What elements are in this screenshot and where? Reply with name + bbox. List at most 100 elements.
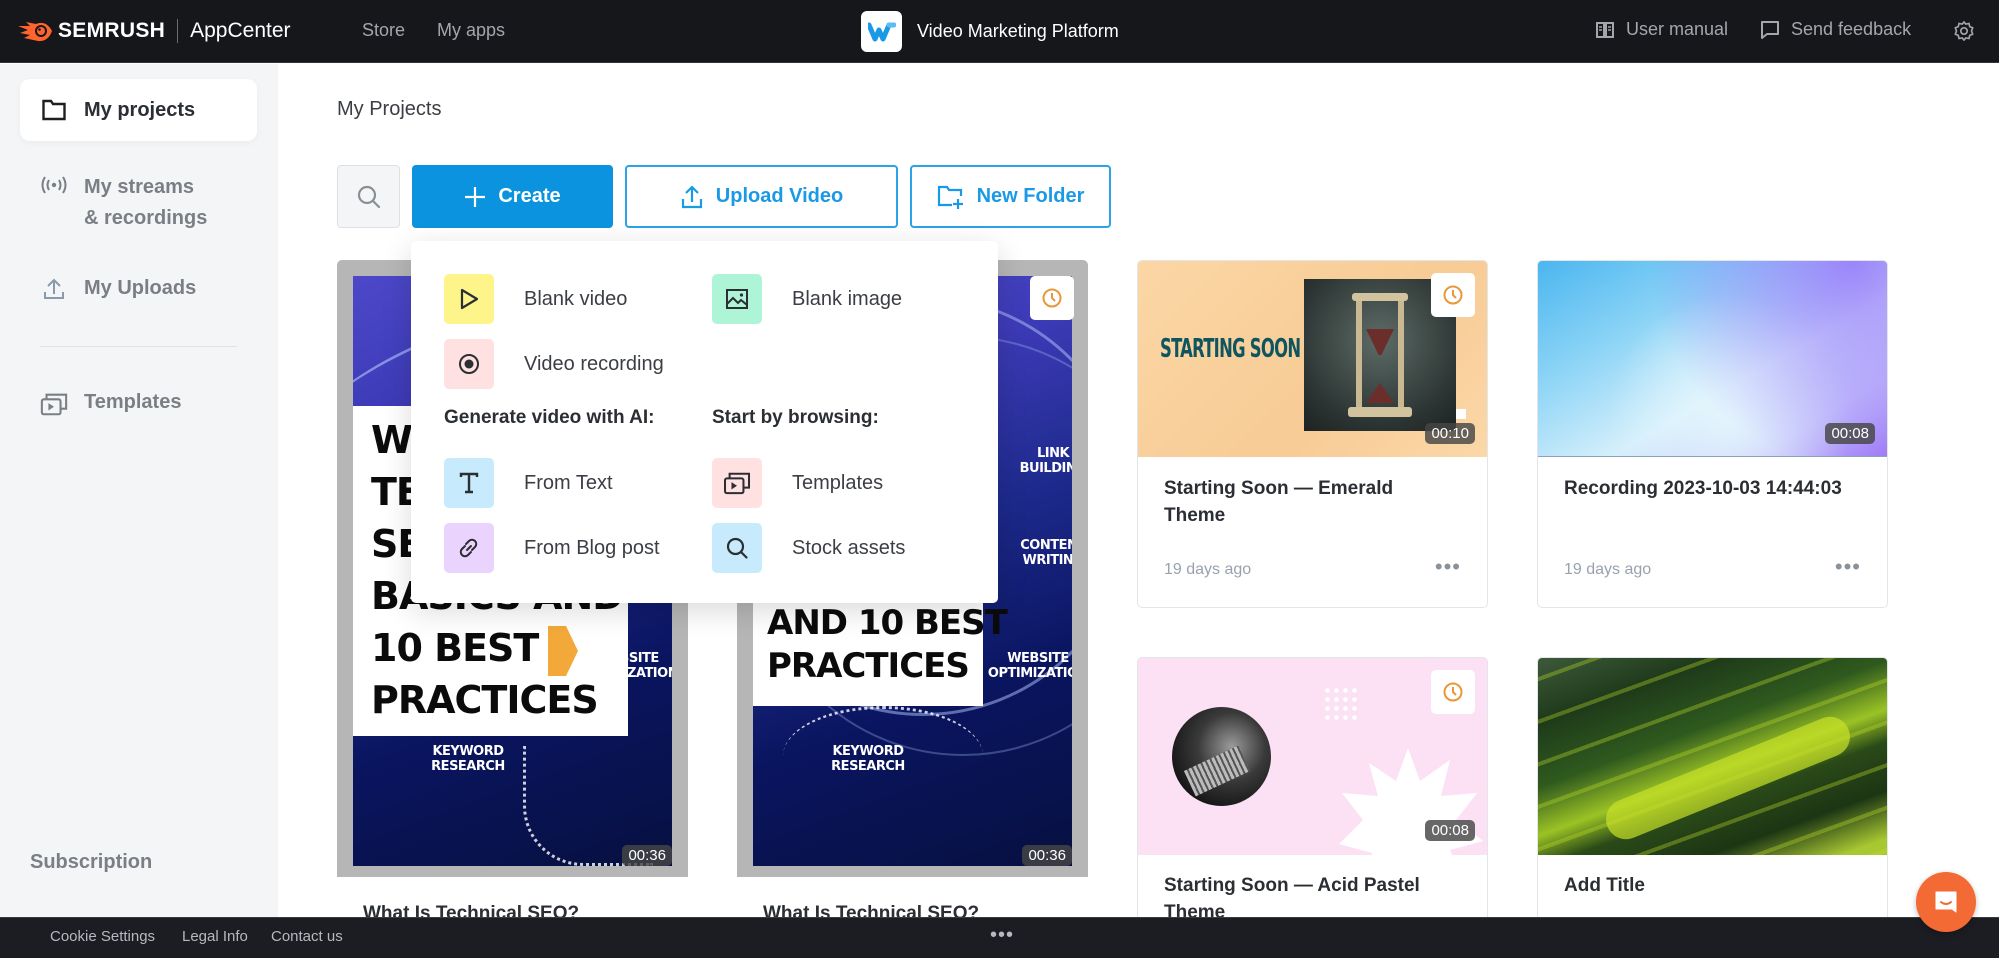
scheduled-badge (1431, 670, 1475, 714)
sidebar-item-my-uploads[interactable]: My Uploads (20, 277, 257, 301)
templates-icon (40, 391, 68, 417)
sidebar-item-label-group: My streams & recordings (84, 172, 207, 234)
thumb-headline-line: AND 10 BEST (767, 603, 1008, 643)
search-button[interactable] (337, 165, 400, 228)
upload-video-button[interactable]: Upload Video (625, 165, 898, 228)
send-feedback-link[interactable]: Send feedback (1760, 19, 1911, 40)
menu-item-from-blog-post[interactable]: From Blog post (444, 523, 660, 573)
menu-item-video-recording[interactable]: Video recording (444, 339, 664, 389)
brand-name: SEMRUSH (58, 19, 166, 42)
project-title[interactable]: Recording 2023-10-03 14:44:03 (1564, 475, 1854, 502)
chat-support-button[interactable] (1916, 872, 1976, 932)
menu-item-blank-image[interactable]: Blank image (712, 274, 902, 324)
sidebar-item-label-line2: & recordings (84, 207, 208, 229)
nav-store[interactable]: Store (362, 20, 405, 41)
project-thumbnail: 00:08 (1538, 261, 1887, 457)
menu-item-from-text[interactable]: From Text (444, 458, 613, 508)
play-icon (444, 274, 494, 324)
link-icon (444, 523, 494, 573)
app-title: Video Marketing Platform (917, 21, 1119, 41)
thumb-text: STARTING SOON (1160, 334, 1301, 364)
project-date: 19 days ago (1164, 561, 1252, 578)
settings-button[interactable] (1953, 20, 1986, 42)
sidebar-divider (40, 346, 237, 347)
sidebar-item-label: My Uploads (84, 277, 197, 299)
laptop-image (1172, 707, 1271, 806)
create-menu: Blank video Blank image Video recording … (411, 241, 998, 603)
user-manual-label: User manual (1626, 19, 1729, 39)
project-date: 19 days ago (1564, 561, 1652, 578)
upload-icon (40, 277, 68, 301)
templates-icon (712, 458, 762, 508)
clock-icon (1042, 288, 1062, 308)
new-folder-button[interactable]: New Folder (910, 165, 1111, 228)
thumb-label: LINK BUILDING (1019, 446, 1072, 476)
create-button[interactable]: Create (412, 165, 613, 228)
more-options-button[interactable]: ••• (1835, 554, 1861, 580)
search-icon (357, 185, 380, 208)
record-icon (444, 339, 494, 389)
sidebar-item-my-projects[interactable]: My projects (20, 79, 257, 141)
sidebar-item-label: My projects (84, 98, 196, 121)
scheduled-badge (1030, 276, 1074, 320)
search-icon (712, 523, 762, 573)
menu-item-label: From Text (524, 471, 613, 494)
project-card[interactable]: 00:08 Starting Soon — Acid Pastel Theme (1137, 657, 1488, 927)
semrush-fireball-icon (16, 18, 54, 44)
project-thumbnail: 00:08 (1138, 658, 1487, 855)
user-manual-link[interactable]: User manual (1595, 19, 1728, 40)
brand[interactable]: SEMRUSH AppCenter (16, 18, 291, 44)
menu-item-templates[interactable]: Templates (712, 458, 883, 508)
project-title[interactable]: Add Title (1564, 872, 1854, 899)
new-folder-icon (937, 185, 963, 209)
page-title: My Projects (337, 98, 442, 120)
project-card[interactable]: 00:08 Recording 2023-10-03 14:44:03 19 d… (1537, 260, 1888, 608)
thumb-headline-line: PRACTICES (767, 646, 970, 686)
project-thumbnail (1538, 658, 1887, 855)
duration-badge: 00:10 (1425, 423, 1475, 444)
brand-app-name: AppCenter (190, 19, 291, 42)
menu-heading-ai: Generate video with AI: (444, 407, 655, 428)
new-folder-label: New Folder (976, 185, 1085, 207)
upload-video-label: Upload Video (715, 185, 844, 207)
menu-item-label: Stock assets (792, 536, 906, 559)
broadcast-icon (40, 176, 68, 194)
footer-legal-info[interactable]: Legal Info (182, 928, 248, 945)
duration-badge: 00:08 (1425, 820, 1475, 841)
duration-badge: 00:36 (622, 845, 672, 866)
sidebar-subscription[interactable]: Subscription (30, 851, 152, 874)
sidebar-item-label: Templates (84, 391, 182, 413)
app-header: Video Marketing Platform (861, 11, 1119, 52)
footer-contact-us[interactable]: Contact us (271, 928, 343, 945)
project-card[interactable]: STARTING SOON 00:10 Starting Soon — Emer… (1137, 260, 1488, 608)
thumb-headline-line: PRACTICES (371, 678, 599, 722)
menu-item-blank-video[interactable]: Blank video (444, 274, 627, 324)
upload-icon (681, 184, 702, 208)
image-icon (712, 274, 762, 324)
w-logo-icon (861, 11, 902, 52)
sidebar-item-label: My streams (84, 176, 195, 198)
sidebar-item-my-streams[interactable]: My streams & recordings (20, 172, 257, 234)
thumb-label: WEBSITE OPTIMIZATION (577, 651, 672, 681)
clock-icon (1443, 285, 1463, 305)
more-options-button[interactable]: ••• (1435, 554, 1461, 580)
menu-item-label: From Blog post (524, 536, 660, 559)
project-card[interactable]: Add Title (1537, 657, 1888, 927)
menu-item-stock-assets[interactable]: Stock assets (712, 523, 905, 573)
footer-more-button[interactable]: ••• (990, 924, 1014, 947)
thumb-label: CONTENT WRITING (1020, 538, 1072, 568)
menu-item-label: Video recording (524, 352, 664, 375)
project-title[interactable]: Starting Soon — Emerald Theme (1164, 475, 1454, 529)
duration-badge: 00:08 (1825, 423, 1875, 444)
project-thumbnail: STARTING SOON 00:10 (1138, 261, 1487, 457)
chat-support-icon (1935, 891, 1957, 913)
menu-item-label: Blank image (792, 287, 903, 310)
footer-cookie-settings[interactable]: Cookie Settings (50, 928, 155, 945)
sidebar-item-templates[interactable]: Templates (20, 391, 257, 417)
thumb-label: KEYWORD RESEARCH (431, 744, 505, 774)
folder-icon (40, 99, 68, 121)
nav-my-apps[interactable]: My apps (437, 20, 505, 41)
text-icon (444, 458, 494, 508)
sidebar: My projects My streams & recordings My U… (0, 64, 278, 917)
clock-icon (1443, 682, 1463, 702)
